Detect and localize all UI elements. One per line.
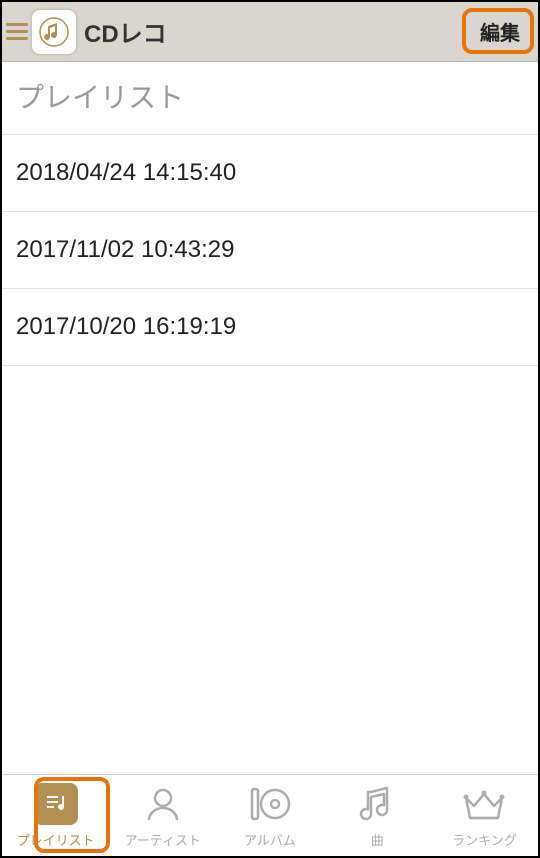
tab-artist[interactable]: アーティスト xyxy=(109,775,216,856)
empty-area xyxy=(2,366,538,774)
list-item[interactable]: 2018/04/24 14:15:40 xyxy=(2,134,538,212)
list-item[interactable]: 2017/11/02 10:43:29 xyxy=(2,212,538,289)
tab-label: アーティスト xyxy=(125,830,201,849)
playlist-list: 2018/04/24 14:15:40 2017/11/02 10:43:29 … xyxy=(2,134,538,366)
tab-ranking[interactable]: ランキング xyxy=(431,775,538,856)
tab-bar: プレイリスト アーティスト アルバム 曲 xyxy=(2,774,538,856)
app-title: CDレコ xyxy=(84,14,167,49)
tab-album[interactable]: アルバム xyxy=(216,775,323,856)
tab-label: プレイリスト xyxy=(17,830,95,849)
top-bar: CDレコ 編集 xyxy=(2,2,538,62)
tab-label: アルバム xyxy=(244,830,296,849)
menu-button[interactable] xyxy=(6,23,28,40)
song-icon xyxy=(357,784,397,824)
tab-label: ランキング xyxy=(452,830,517,849)
tab-song[interactable]: 曲 xyxy=(324,775,431,856)
tab-label: 曲 xyxy=(371,830,384,849)
app-icon xyxy=(32,10,76,54)
ranking-icon xyxy=(462,784,506,824)
tab-playlist[interactable]: プレイリスト xyxy=(2,775,109,856)
artist-icon xyxy=(143,784,183,824)
list-item[interactable]: 2017/10/20 16:19:19 xyxy=(2,289,538,366)
album-icon xyxy=(248,784,292,824)
section-header: プレイリスト xyxy=(2,62,538,134)
edit-button[interactable]: 編集 xyxy=(470,11,530,52)
playlist-icon xyxy=(34,783,78,825)
musicnote-icon xyxy=(37,15,71,49)
